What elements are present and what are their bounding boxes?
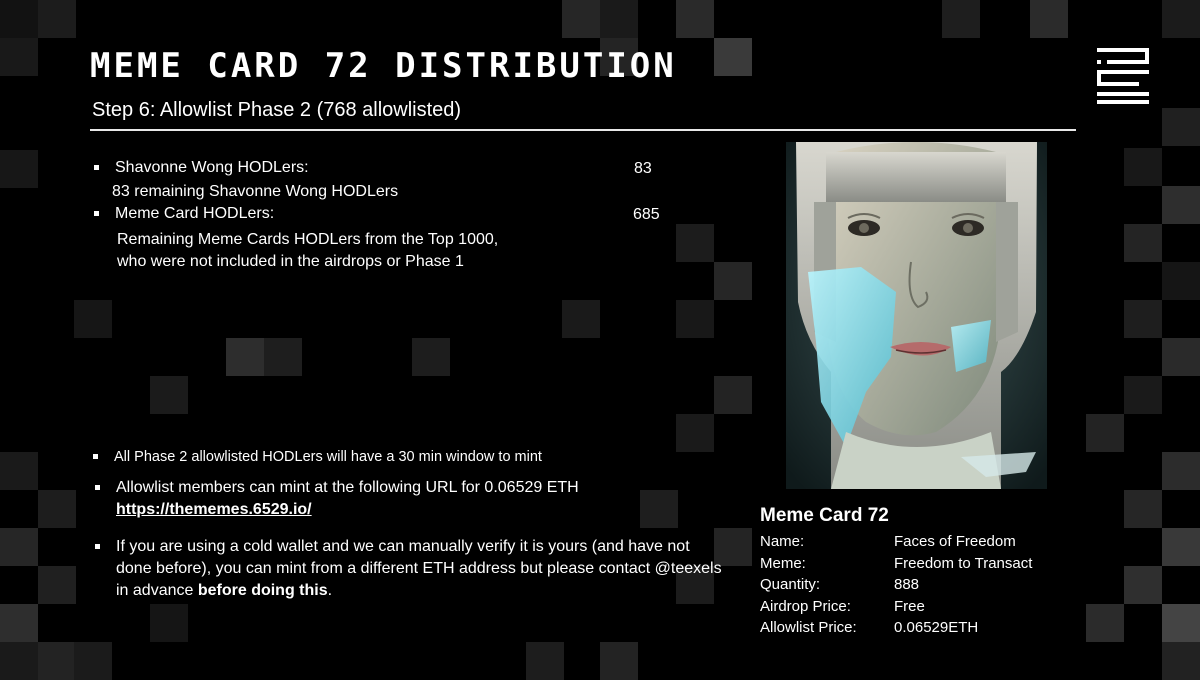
group-description: 83 remaining Shavonne Wong HODLers [112,183,399,200]
portrait-artwork-image [786,142,1047,489]
info-value: Free [894,597,925,615]
bullet-icon [94,165,99,170]
info-value: 0.06529ETH [894,619,979,636]
group-label: Shavonne Wong HODLers: [115,159,309,176]
note-end: . [327,582,333,599]
group-description: Remaining Meme Cards HODLers from the To… [117,229,498,273]
info-value: Freedom to Transact [894,554,1033,572]
bullet-icon [94,211,99,216]
group-count: 83 [634,160,652,177]
info-row-airdrop-price: Airdrop Price: Free [760,596,1032,618]
description-line: who were not included in the airdrops or… [117,253,464,270]
info-row-quantity: Quantity: 888 [760,574,1032,596]
page-title: MEME CARD 72 DISTRIBUTION [90,46,677,86]
note-emphasis: before doing this [197,582,328,599]
info-row-name: Name: Faces of Freedom [760,531,1032,553]
info-key: Name: [760,533,805,550]
card-title: Meme Card 72 [760,505,889,526]
bullet-icon [95,485,100,490]
note-text: All Phase 2 allowlisted HODLers will hav… [114,449,542,465]
list-item-meme-card-holders: Meme Card HODLers: [94,203,275,225]
info-key: Airdrop Price: [760,597,851,615]
description-line: Remaining Meme Cards HODLers from the To… [117,231,499,248]
page-subtitle: Step 6: Allowlist Phase 2 (768 allowlist… [92,99,462,121]
card-info-table: Name: Faces of Freedom Meme: Freedom to … [760,531,1032,639]
note-mint-url: Allowlist members can mint at the follow… [95,477,579,521]
bullet-icon [93,454,98,459]
info-key: Meme: [760,554,806,572]
list-item-shavonne-holders: Shavonne Wong HODLers: [94,157,309,179]
info-value: Faces of Freedom [894,533,1016,550]
note-mint-window: All Phase 2 allowlisted HODLers will hav… [93,446,542,468]
info-row-meme: Meme: Freedom to Transact [760,553,1032,575]
mint-link[interactable]: https://thememes.6529.io/ [116,501,312,518]
info-key: Quantity: [760,576,821,593]
note-cold-wallet: If you are using a cold wallet and we ca… [95,536,726,602]
note-text: Allowlist members can mint at the follow… [116,479,579,496]
group-count: 685 [633,206,660,223]
bullet-icon [95,544,100,549]
info-row-allowlist-price: Allowlist Price: 0.06529ETH [760,617,1032,639]
info-value: 888 [894,576,920,593]
6529-logo-icon [1095,46,1151,104]
group-label: Meme Card HODLers: [115,205,275,222]
header-divider [90,129,1076,131]
info-key: Allowlist Price: [760,619,857,636]
